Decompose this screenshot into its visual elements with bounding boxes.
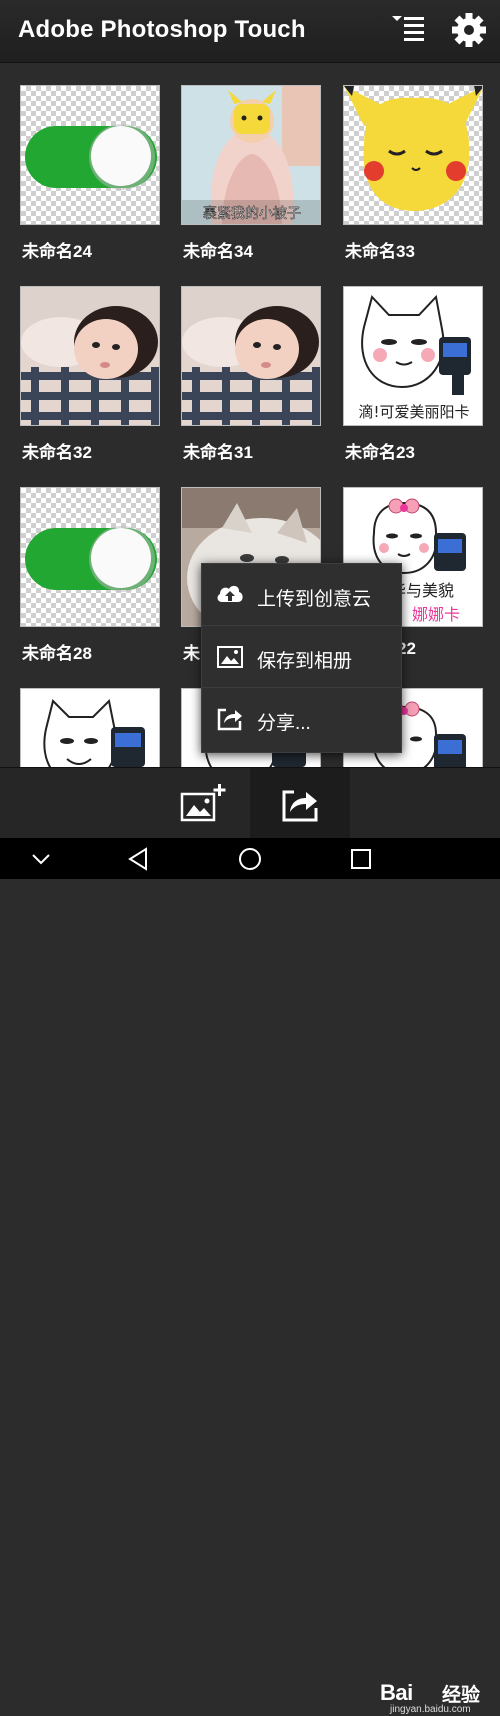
project-name: 未命名32 — [22, 443, 92, 462]
project-name: 未命名23 — [345, 443, 415, 462]
cloud-upload-icon — [216, 582, 244, 608]
project-name: 未命名24 — [22, 242, 92, 261]
project-name: 未命名28 — [22, 644, 92, 663]
share-context-menu: 上传到创意云 保存到相册 分享... — [201, 563, 402, 753]
menu-item-label: 上传到创意云 — [257, 589, 372, 610]
share-box-icon — [216, 706, 244, 732]
share-item[interactable]: 分享... — [202, 688, 401, 750]
project-thumbnail[interactable] — [20, 286, 160, 426]
watermark-brand: Bai — [380, 1680, 413, 1705]
project-thumbnail[interactable]: 裹紧我的小被子 — [181, 85, 321, 225]
save-to-album-item[interactable]: 保存到相册 — [202, 626, 401, 688]
share-button[interactable] — [250, 768, 350, 839]
thumbnail-caption: 裹紧我的小被子 — [203, 206, 301, 222]
app-title: Adobe Photoshop Touch — [18, 16, 306, 43]
image-icon — [216, 644, 244, 670]
project-name: 未 — [183, 644, 200, 663]
watermark-cn: 经验 — [442, 1685, 481, 1706]
recent-apps-icon[interactable] — [348, 846, 374, 872]
home-icon[interactable] — [237, 846, 263, 872]
project-name: 未命名31 — [183, 443, 253, 462]
add-image-icon — [180, 784, 226, 822]
upload-to-creative-cloud-item[interactable]: 上传到创意云 — [202, 564, 401, 626]
watermark-url: jingyan.baidu.com — [390, 1704, 471, 1715]
menu-item-label: 保存到相册 — [257, 651, 353, 672]
project-thumbnail[interactable] — [343, 85, 483, 225]
project-thumbnail[interactable]: 滴!可爱美丽阳卡 — [343, 286, 483, 426]
add-image-button[interactable] — [150, 768, 250, 839]
baidu-jingyan-watermark: Bai 经验 jingyan.baidu.com — [380, 1680, 498, 1716]
system-nav-bar: Bai 经验 jingyan.baidu.com — [0, 838, 500, 1715]
project-thumbnail[interactable] — [20, 487, 160, 627]
chevron-down-icon[interactable] — [28, 846, 54, 872]
project-name: 未命名34 — [183, 242, 253, 261]
project-thumbnail[interactable] — [20, 85, 160, 225]
project-name: 未命名33 — [345, 242, 415, 261]
bottom-action-bar — [0, 767, 500, 839]
thumbnail-caption: 滴!可爱美丽阳卡 — [358, 403, 469, 421]
project-thumbnail[interactable] — [20, 688, 160, 767]
sort-menu-icon[interactable] — [390, 12, 426, 48]
share-icon — [282, 790, 318, 822]
back-icon[interactable] — [126, 846, 152, 872]
menu-item-label: 分享... — [257, 713, 311, 734]
thumbnail-caption: 娜娜卡 — [412, 605, 460, 624]
project-thumbnail[interactable] — [181, 286, 321, 426]
app-bar: Adobe Photoshop Touch — [0, 0, 500, 63]
gear-icon[interactable] — [451, 12, 487, 48]
